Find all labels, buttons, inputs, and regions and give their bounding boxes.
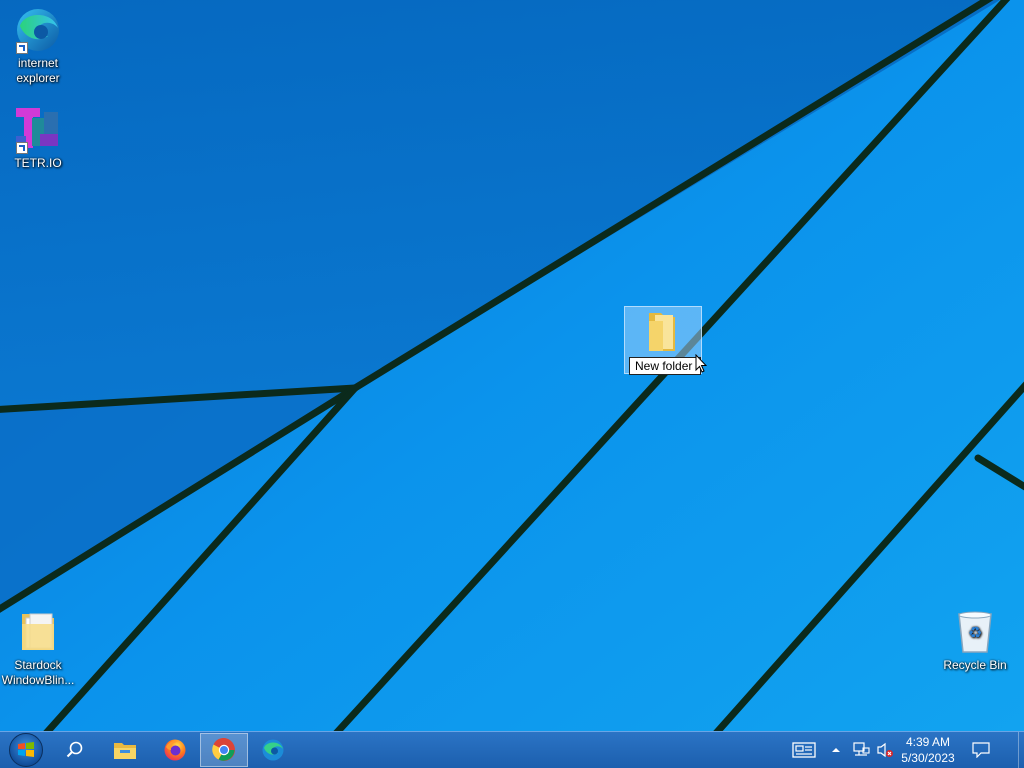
edge-icon — [262, 739, 284, 761]
desktop-wallpaper — [0, 0, 1024, 768]
clock-date: 5/30/2023 — [901, 751, 955, 765]
desktop-icon-stardock-windowblinds[interactable]: Stardock WindowBlin... — [0, 608, 76, 688]
start-button[interactable] — [4, 732, 48, 768]
clock-time: 4:39 AM — [905, 735, 951, 749]
mouse-cursor-icon — [695, 354, 707, 373]
taskbar-clock[interactable]: 4:39 AM 5/30/2023 — [896, 732, 960, 768]
search-button[interactable] — [56, 732, 94, 768]
tetrio-icon — [14, 106, 62, 154]
volume-button[interactable] — [874, 732, 896, 768]
show-desktop-button[interactable] — [1018, 732, 1024, 768]
windows-start-icon — [9, 733, 43, 767]
desktop-icon-recycle-bin[interactable]: ♻ Recycle Bin — [937, 608, 1013, 673]
desktop-icon-internet-explorer[interactable]: internet explorer — [0, 6, 76, 86]
desktop-icon-label: TETR.IO — [14, 156, 62, 170]
taskbar: 4:39 AM 5/30/2023 — [0, 731, 1024, 768]
volume-muted-icon — [877, 742, 893, 758]
edge-button[interactable] — [254, 732, 292, 768]
folder-icon — [14, 608, 62, 656]
search-icon — [66, 741, 83, 758]
edge-icon — [14, 6, 62, 54]
desktop-icon-label: Recycle Bin — [943, 658, 1007, 672]
network-button[interactable] — [850, 732, 872, 768]
file-explorer-icon — [114, 743, 136, 759]
chevron-up-icon — [832, 748, 840, 752]
chrome-button[interactable] — [200, 733, 248, 767]
folder-icon — [643, 309, 683, 355]
news-button[interactable] — [788, 732, 820, 768]
chrome-icon — [212, 738, 235, 761]
notification-center-button[interactable] — [966, 732, 996, 768]
notification-icon — [972, 742, 990, 758]
desktop-icon-label: internet — [17, 56, 59, 70]
news-icon — [792, 742, 816, 758]
desktop-icon-label-line2: explorer — [16, 71, 60, 85]
network-icon — [853, 742, 870, 756]
desktop-icon-label: Stardock — [14, 658, 62, 672]
desktop-icon-tetrio[interactable]: TETR.IO — [0, 106, 76, 171]
desktop-icon-label-line2: WindowBlin... — [1, 673, 75, 687]
shortcut-arrow-icon — [16, 142, 28, 154]
file-explorer-button[interactable] — [106, 732, 144, 768]
recycle-bin-icon: ♻ — [951, 608, 999, 656]
shortcut-arrow-icon — [16, 42, 28, 54]
firefox-button[interactable] — [156, 732, 194, 768]
rename-input[interactable]: New folder — [629, 357, 701, 375]
svg-text:♻: ♻ — [968, 623, 982, 642]
show-hidden-icons-button[interactable] — [828, 732, 844, 768]
firefox-icon — [164, 739, 186, 761]
